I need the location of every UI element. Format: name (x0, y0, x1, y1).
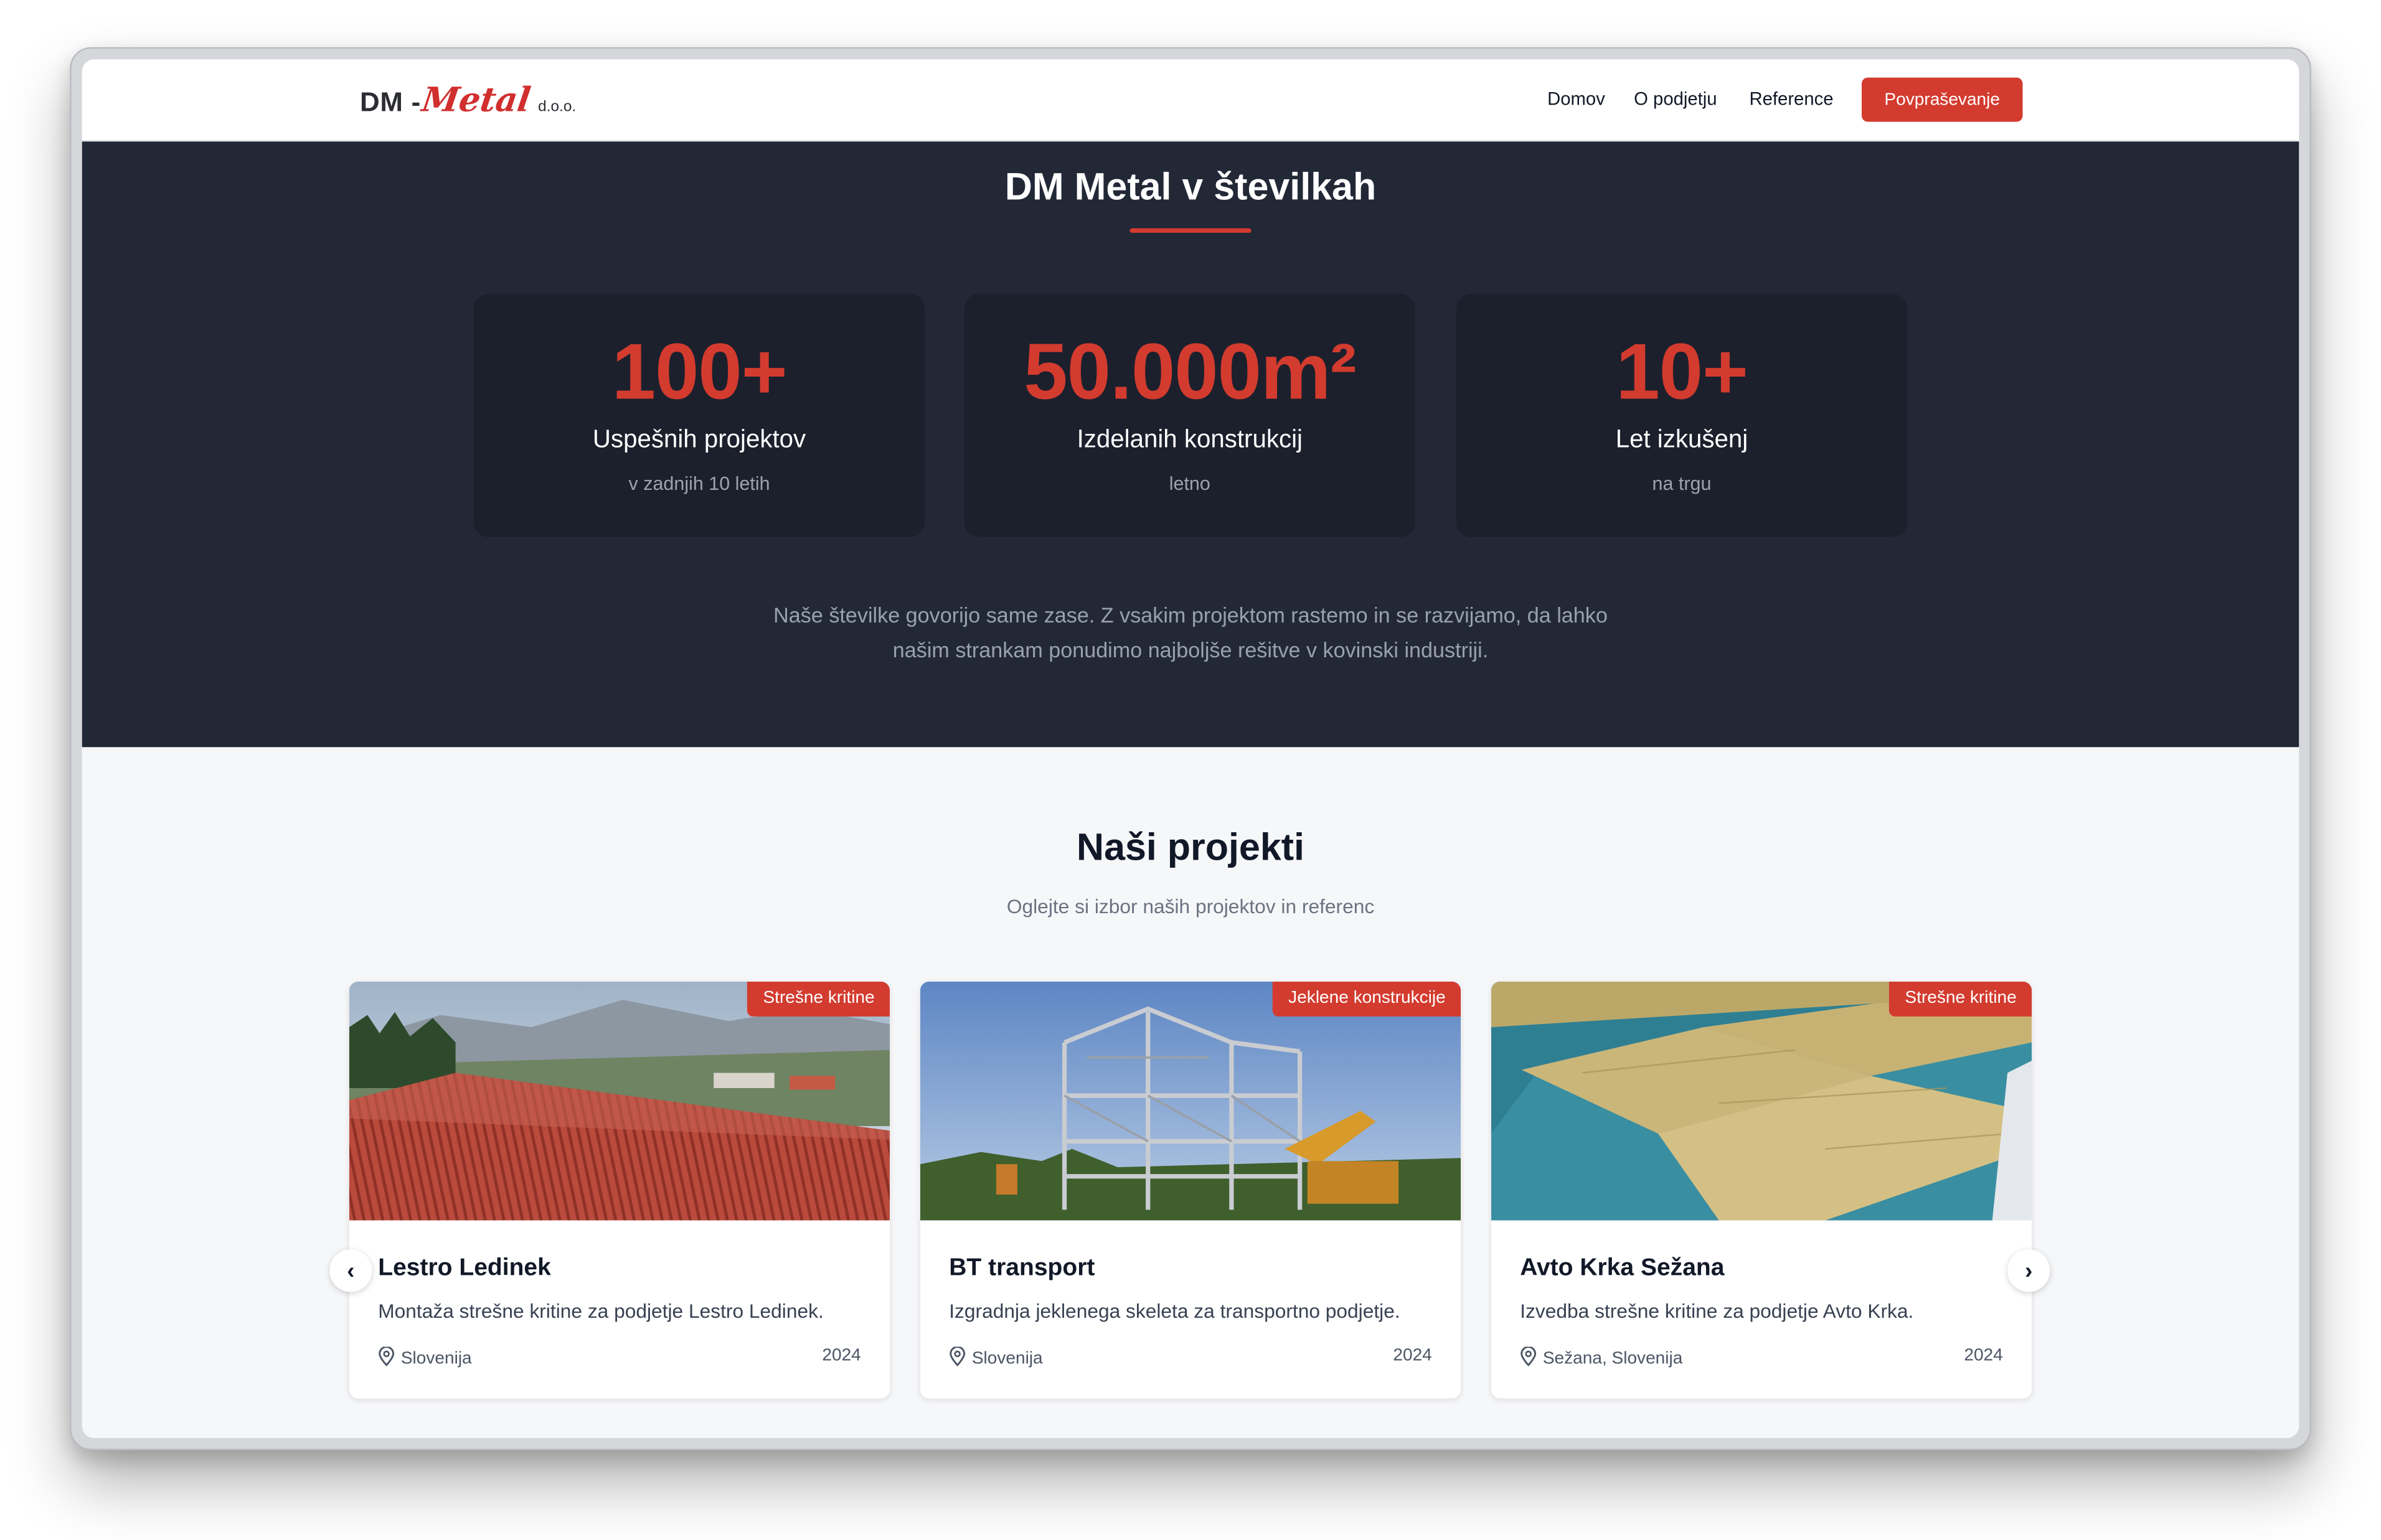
project-title: BT transport (949, 1255, 1095, 1282)
category-badge: Strešne kritine (748, 981, 890, 1017)
project-year: 2024 (1393, 1346, 1432, 1365)
nav-link-reference[interactable]: Reference (1749, 88, 1833, 110)
stat-sub: na trgu (1652, 473, 1712, 495)
logo-doo: d.o.o. (538, 98, 577, 116)
stat-sub: letno (1169, 473, 1210, 495)
stat-value: 100+ (611, 329, 788, 417)
project-title: Lestro Ledinek (378, 1255, 551, 1282)
project-card-lestro-ledinek[interactable]: Strešne kritine Lestro Ledinek Montaža s… (349, 981, 890, 1399)
inquiry-button[interactable]: Povpraševanje (1861, 77, 2023, 122)
stat-card-experience: 10+ Let izkušenj na trgu (1456, 293, 1908, 537)
browser-window: DM - Metal d.o.o. Domov O podjetju Refer… (82, 59, 2299, 1439)
category-badge: Jeklene konstrukcije (1273, 981, 1461, 1017)
company-logo[interactable]: DM - Metal d.o.o. (360, 81, 576, 121)
roof-insulation-photo: Strešne kritine (1491, 981, 2032, 1221)
stat-card-constructions: 50.000m² Izdelanih konstrukcij letno (964, 293, 1415, 537)
title-underline (1129, 228, 1252, 233)
project-card-avto-krka[interactable]: Strešne kritine Avto Krka Sežana Izvedba… (1491, 981, 2032, 1399)
project-card-bt-transport[interactable]: Jeklene konstrukcije BT transport Izgrad… (920, 981, 1461, 1399)
project-description: Montaža strešne kritine za podjetje Lest… (378, 1299, 824, 1323)
stat-sub: v zadnjih 10 letih (628, 473, 770, 495)
stat-label: Let izkušenj (1615, 426, 1748, 454)
location-text: Sežana, Slovenija (1542, 1350, 1683, 1368)
projects-title: Naši projekti (1077, 826, 1305, 869)
stat-label: Uspešnih projektov (592, 426, 806, 454)
stats-section: DM Metal v številkah 100+ Uspešnih proje… (82, 141, 2299, 748)
logo-dm: DM - (359, 87, 422, 118)
project-year: 2024 (1964, 1346, 2003, 1365)
stats-description: Naše številke govorijo same zase. Z vsak… (773, 603, 1608, 662)
location-pin-icon (1520, 1346, 1537, 1371)
stats-title: DM Metal v številkah (1004, 166, 1377, 209)
stat-card-projects: 100+ Uspešnih projektov v zadnjih 10 let… (473, 293, 925, 537)
project-location: Slovenija (378, 1346, 472, 1371)
red-metal-roof-photo: Strešne kritine (349, 981, 890, 1221)
carousel-next-button[interactable]: › (2007, 1249, 2050, 1292)
stat-label: Izdelanih konstrukcij (1077, 426, 1303, 454)
project-description: Izgradnja jeklenega skeleta za transport… (949, 1299, 1400, 1323)
project-year: 2024 (822, 1346, 861, 1365)
navbar: DM - Metal d.o.o. Domov O podjetju Refer… (82, 59, 2299, 142)
nav-link-o-podjetju[interactable]: O podjetju (1634, 88, 1717, 110)
stat-value: 50.000m² (1024, 329, 1356, 417)
location-text: Slovenija (400, 1350, 472, 1368)
stat-value: 10+ (1616, 329, 1748, 417)
steel-skeleton-photo: Jeklene konstrukcije (920, 981, 1461, 1221)
carousel-prev-button[interactable]: ‹ (329, 1249, 372, 1292)
nav-link-domov[interactable]: Domov (1547, 88, 1605, 110)
category-badge: Strešne kritine (1890, 981, 2032, 1017)
location-pin-icon (949, 1346, 966, 1371)
location-text: Slovenija (971, 1350, 1043, 1368)
location-pin-icon (378, 1346, 395, 1371)
project-location: Slovenija (949, 1346, 1043, 1371)
projects-section: Naši projekti Oglejte si izbor naših pro… (82, 747, 2299, 1439)
project-description: Izvedba strešne kritine za podjetje Avto… (1520, 1299, 1914, 1323)
projects-subtitle: Oglejte si izbor naših projektov in refe… (1006, 894, 1375, 918)
logo-metal: Metal (420, 80, 534, 121)
project-location: Sežana, Slovenija (1520, 1346, 1683, 1371)
project-title: Avto Krka Sežana (1520, 1255, 1725, 1282)
